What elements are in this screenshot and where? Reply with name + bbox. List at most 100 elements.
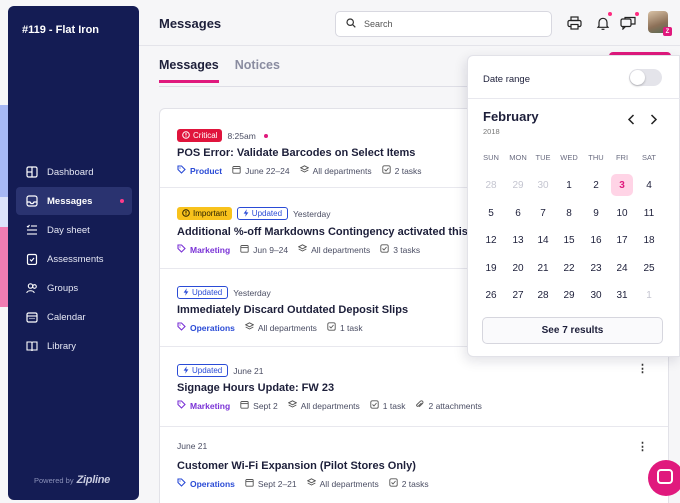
task-check-icon xyxy=(370,400,379,411)
message-title[interactable]: Customer Wi-Fi Expansion (Pilot Stores O… xyxy=(177,460,416,472)
calendar-day[interactable]: 1 xyxy=(558,174,580,196)
calendar-day[interactable]: 28 xyxy=(480,174,502,196)
see-results-button[interactable]: See 7 results xyxy=(482,317,663,344)
message-title[interactable]: Additional %-off Markdowns Contingency a… xyxy=(177,226,478,238)
calendar-icon xyxy=(232,165,241,176)
status-badge: Critical xyxy=(177,129,223,142)
calendar-day[interactable]: 29 xyxy=(507,174,529,196)
chat-icon[interactable] xyxy=(620,12,639,31)
calendar-day[interactable]: 11 xyxy=(638,202,660,224)
tab-messages[interactable]: Messages xyxy=(159,58,219,83)
tag-icon xyxy=(177,478,186,489)
weekday-label: MON xyxy=(509,153,527,162)
calendar-day[interactable]: 27 xyxy=(507,284,529,306)
calendar-day[interactable]: 9 xyxy=(585,202,607,224)
message-title[interactable]: Immediately Discard Outdated Deposit Sli… xyxy=(177,304,408,316)
calendar-day[interactable]: 31 xyxy=(611,284,633,306)
calendar-day[interactable]: 10 xyxy=(611,202,633,224)
list-item[interactable]: Updated June 21 ⋮ Signage Hours Update: … xyxy=(160,347,668,427)
calendar-day[interactable]: 28 xyxy=(532,284,554,306)
sidebar-item-messages[interactable]: Messages xyxy=(16,187,132,215)
paperclip-icon xyxy=(415,400,424,411)
calendar-day[interactable]: 21 xyxy=(532,257,554,279)
message-tags: Marketing Sept 2 All departments 1 task … xyxy=(177,400,482,411)
calendar-day[interactable]: 8 xyxy=(558,202,580,224)
date-range-tag: Sept 2–21 xyxy=(245,478,297,489)
store-name[interactable]: #119 - Flat Iron xyxy=(22,24,99,36)
chat-bubble-icon xyxy=(657,469,673,484)
date-range-toggle[interactable] xyxy=(629,69,662,86)
bolt-icon xyxy=(183,287,189,298)
alert-icon xyxy=(182,208,190,219)
calendar-day[interactable]: 17 xyxy=(611,229,633,251)
previous-month-button[interactable] xyxy=(627,114,635,128)
message-title[interactable]: POS Error: Validate Barcodes on Select I… xyxy=(177,147,415,159)
message-title[interactable]: Signage Hours Update: FW 23 xyxy=(177,382,334,394)
more-options-icon[interactable]: ⋮ xyxy=(637,440,648,453)
status-badge: Updated xyxy=(177,286,229,299)
sidebar-item-assessments[interactable]: Assessments xyxy=(16,245,132,273)
weekday-label: SUN xyxy=(483,153,499,162)
chat-support-button[interactable] xyxy=(648,460,680,496)
notifications-icon[interactable] xyxy=(595,12,612,31)
zipline-logo: Zipline xyxy=(76,474,111,486)
layers-icon xyxy=(306,478,316,489)
calendar-day[interactable]: 19 xyxy=(480,257,502,279)
calendar-day[interactable]: 12 xyxy=(480,229,502,251)
search-box[interactable] xyxy=(335,11,552,37)
date-range-label: Date range xyxy=(483,74,531,85)
next-month-button[interactable] xyxy=(650,114,658,128)
calendar-day[interactable]: 14 xyxy=(532,229,554,251)
calendar-day[interactable]: 30 xyxy=(585,284,607,306)
calendar-day[interactable]: 20 xyxy=(507,257,529,279)
calendar-day[interactable]: 18 xyxy=(638,229,660,251)
sidebar-item-dashboard[interactable]: Dashboard xyxy=(16,158,132,186)
calendar-day[interactable]: 1 xyxy=(638,284,660,306)
calendar-day[interactable]: 23 xyxy=(585,257,607,279)
message-tags: Operations All departments 1 task xyxy=(177,322,363,333)
calendar-icon xyxy=(240,400,249,411)
unread-dot xyxy=(120,199,124,203)
message-meta: Updated June 21 xyxy=(177,364,264,377)
calendar-day[interactable]: 16 xyxy=(585,229,607,251)
tasks-tag: 2 tasks xyxy=(381,165,422,176)
calendar-day[interactable]: 5 xyxy=(480,202,502,224)
popover-divider xyxy=(468,98,680,99)
chevron-right-icon xyxy=(650,114,658,128)
calendar-day[interactable]: 7 xyxy=(532,202,554,224)
more-options-icon[interactable]: ⋮ xyxy=(637,362,648,375)
search-input[interactable] xyxy=(364,19,534,29)
bolt-icon xyxy=(183,365,189,376)
date-range-tag: Jun 9–24 xyxy=(240,244,288,255)
calendar-day[interactable]: 13 xyxy=(507,229,529,251)
calendar-icon xyxy=(240,244,249,255)
calendar-day[interactable]: 24 xyxy=(611,257,633,279)
tasks-tag: 3 tasks xyxy=(380,244,420,255)
print-icon[interactable] xyxy=(566,15,582,31)
calendar-day[interactable]: 15 xyxy=(558,229,580,251)
calendar-day[interactable]: 2 xyxy=(585,174,607,196)
message-tags: Marketing Jun 9–24 All departments 3 tas… xyxy=(177,244,420,255)
message-tabs: Messages Notices xyxy=(159,58,280,83)
sidebar-item-library[interactable]: Library xyxy=(16,332,132,360)
calendar-day[interactable]: 26 xyxy=(480,284,502,306)
calendar-day[interactable]: 22 xyxy=(558,257,580,279)
list-item[interactable]: June 21 ⋮ Customer Wi-Fi Expansion (Pilo… xyxy=(160,427,668,503)
tab-notices[interactable]: Notices xyxy=(235,58,280,83)
calendar-day[interactable]: 30 xyxy=(532,174,554,196)
task-check-icon xyxy=(381,165,391,176)
calendar-day[interactable]: 25 xyxy=(638,257,660,279)
calendar-day[interactable]: 4 xyxy=(638,174,660,196)
calendar-day[interactable]: 29 xyxy=(558,284,580,306)
sidebar-item-groups[interactable]: Groups xyxy=(16,274,132,302)
category-tag: Marketing xyxy=(177,244,230,255)
calendar-day[interactable]: 6 xyxy=(507,202,529,224)
sidebar-item-calendar[interactable]: Calendar xyxy=(16,303,132,331)
avatar[interactable]: Z xyxy=(648,11,672,36)
calendar-day[interactable]: 3 xyxy=(611,174,633,196)
edge-strip xyxy=(0,227,8,307)
date-range-popover: Date range February 2018 SUN MON TUE WED THU… xyxy=(467,55,680,357)
sidebar-item-day-sheet[interactable]: Day sheet xyxy=(16,216,132,244)
departments-tag: All departments xyxy=(297,244,370,255)
weekday-label: THU xyxy=(588,153,604,162)
